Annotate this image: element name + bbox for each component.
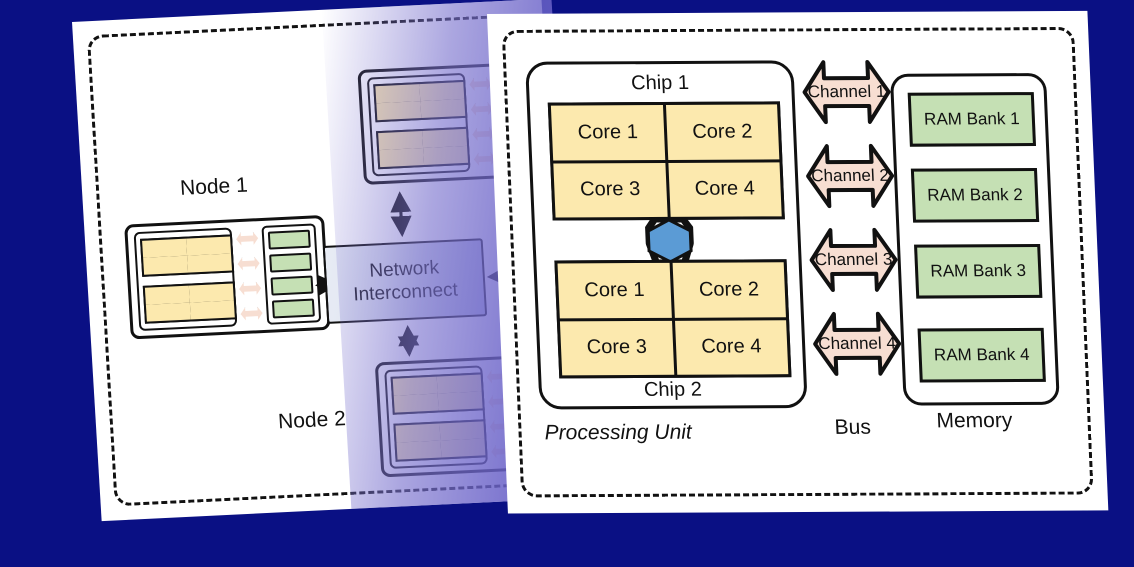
- channel-3-arrow: Channel 3: [808, 224, 899, 296]
- memory-panel: RAM Bank 1 RAM Bank 2 RAM Bank 3 RAM Ban…: [889, 73, 1060, 406]
- channel-1-arrow: Channel 1: [801, 56, 892, 128]
- memory-footer-label: Memory: [935, 408, 1013, 433]
- processing-unit-footer-label: Processing Unit: [544, 420, 693, 445]
- bus-footer-label: Bus: [834, 415, 872, 439]
- channel-2-label: Channel 2: [810, 165, 890, 186]
- chip-1-core-grid: Core 1 Core 2 Core 3 Core 4: [547, 101, 785, 221]
- channel-1-label: Channel 1: [807, 81, 886, 102]
- network-interconnect-box: Network Interconnect: [322, 238, 488, 324]
- chip-1-core-4: Core 4: [667, 161, 782, 217]
- chip-2-core-grid: Core 1 Core 2 Core 3 Core 4: [554, 259, 792, 379]
- processing-unit-card: Chip 1 Core 1 Core 2 Core 3 Core 4 Core …: [487, 10, 1109, 514]
- chip-2-title: Chip 2: [643, 378, 703, 401]
- chip-2-core-1: Core 1: [557, 262, 672, 318]
- chip-2-core-4: Core 4: [674, 319, 789, 375]
- processing-unit-panel: Chip 1 Core 1 Core 2 Core 3 Core 4 Core …: [525, 60, 808, 410]
- diagram-stage: Node 1 Node 2 Network Interconnect Chip …: [0, 0, 1134, 567]
- chip-1-core-2: Core 2: [665, 104, 780, 160]
- channel-4-label: Channel 4: [817, 333, 897, 354]
- network-interconnect-line-2: Interconnect: [352, 279, 459, 306]
- chip-1-core-3: Core 3: [553, 162, 668, 218]
- ram-bank-4: RAM Bank 4: [917, 327, 1046, 383]
- chip-1-core-1: Core 1: [550, 105, 665, 161]
- channel-3-label: Channel 3: [814, 249, 893, 270]
- network-interconnect-line-1: Network: [368, 257, 440, 282]
- ram-bank-3: RAM Bank 3: [914, 243, 1043, 299]
- channel-2-arrow: Channel 2: [805, 140, 896, 212]
- chip-1-title: Chip 1: [630, 71, 690, 95]
- hexagon-icon: [644, 218, 695, 264]
- ram-bank-2: RAM Bank 2: [910, 168, 1040, 223]
- channel-4-arrow: Channel 4: [812, 308, 903, 380]
- ram-bank-1: RAM Bank 1: [907, 92, 1037, 147]
- chip-2-core-3: Core 3: [559, 320, 674, 376]
- chip-2-core-2: Core 2: [672, 262, 786, 318]
